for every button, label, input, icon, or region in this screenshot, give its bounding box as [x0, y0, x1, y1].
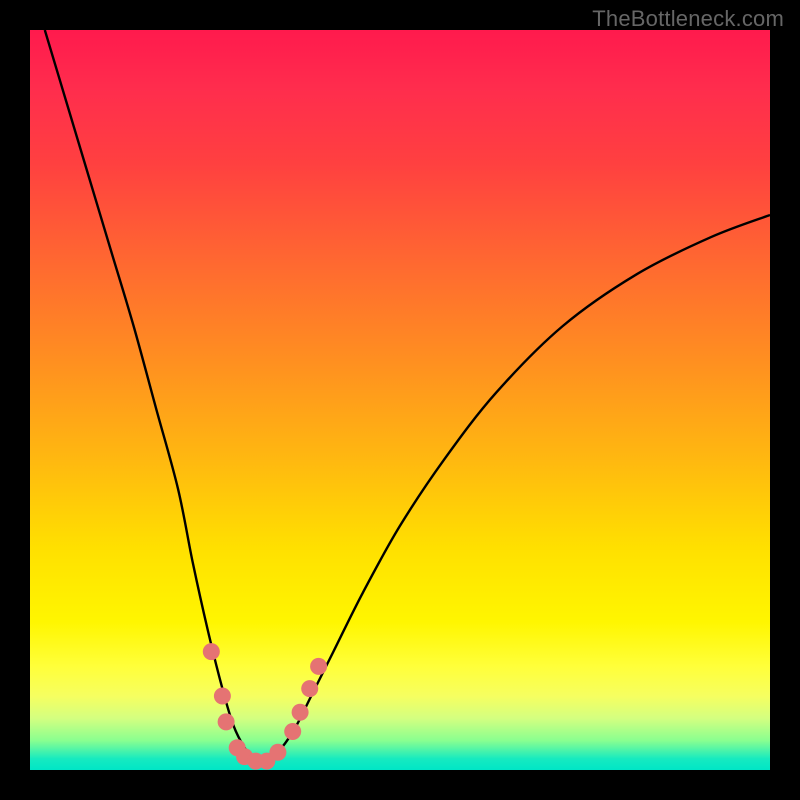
curve-marker — [292, 704, 309, 721]
bottleneck-curve-path — [45, 30, 770, 763]
curve-marker — [310, 658, 327, 675]
curve-marker — [218, 713, 235, 730]
curve-marker — [203, 643, 220, 660]
bottleneck-curve-svg — [30, 30, 770, 770]
watermark-text: TheBottleneck.com — [592, 6, 784, 32]
curve-marker — [284, 723, 301, 740]
curve-marker — [269, 744, 286, 761]
curve-marker — [214, 688, 231, 705]
curve-marker — [301, 680, 318, 697]
chart-plot-area — [30, 30, 770, 770]
chart-frame: TheBottleneck.com — [0, 0, 800, 800]
